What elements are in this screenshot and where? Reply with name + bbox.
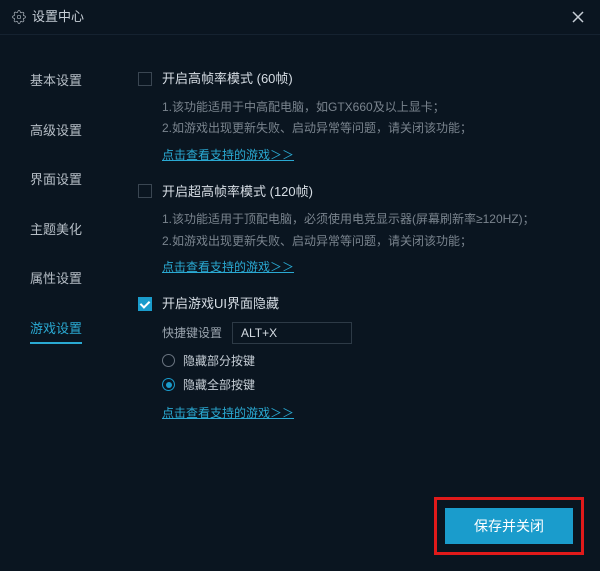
radio-partial-label: 隐藏部分按键 xyxy=(183,352,255,370)
hfr-label: 开启高帧率模式 (60帧) xyxy=(162,69,293,89)
sidebar-item-theme[interactable]: 主题美化 xyxy=(30,220,82,244)
hfr-supported-link[interactable]: 点击查看支持的游戏＞＞ xyxy=(162,146,294,164)
hotkey-input[interactable] xyxy=(232,322,352,344)
hotkey-row: 快捷键设置 xyxy=(162,322,572,344)
radio-all-label: 隐藏全部按键 xyxy=(183,376,255,394)
uhfr-supported-link[interactable]: 点击查看支持的游戏＞＞ xyxy=(162,258,294,276)
close-button[interactable] xyxy=(566,5,590,29)
radio-partial[interactable] xyxy=(162,354,175,367)
sidebar: 基本设置 高级设置 界面设置 主题美化 属性设置 游戏设置 xyxy=(0,35,120,571)
close-icon xyxy=(572,11,584,23)
sidebar-item-basic[interactable]: 基本设置 xyxy=(30,71,82,95)
window-title: 设置中心 xyxy=(32,7,84,27)
footer: 保存并关闭 xyxy=(434,497,584,555)
hfr-desc2: 2.如游戏出现更新失败、启动异常等问题，请关闭该功能； xyxy=(162,118,572,140)
sidebar-item-advanced[interactable]: 高级设置 xyxy=(30,121,82,145)
uihide-checkbox[interactable] xyxy=(138,297,152,311)
hfr-row: 开启高帧率模式 (60帧) xyxy=(138,69,572,89)
highlight-box: 保存并关闭 xyxy=(434,497,584,555)
sidebar-item-ui[interactable]: 界面设置 xyxy=(30,170,82,194)
sidebar-item-property[interactable]: 属性设置 xyxy=(30,269,82,293)
uhfr-checkbox[interactable] xyxy=(138,184,152,198)
settings-window: 设置中心 基本设置 高级设置 界面设置 主题美化 属性设置 游戏设置 开启高帧率… xyxy=(0,0,600,571)
uhfr-desc2: 2.如游戏出现更新失败、启动异常等问题，请关闭该功能； xyxy=(162,231,572,253)
radio-partial-row[interactable]: 隐藏部分按键 xyxy=(162,352,572,370)
hfr-block: 开启高帧率模式 (60帧) 1.该功能适用于中高配电脑，如GTX660及以上显卡… xyxy=(138,69,572,164)
save-close-button[interactable]: 保存并关闭 xyxy=(445,508,573,544)
uhfr-row: 开启超高帧率模式 (120帧) xyxy=(138,182,572,202)
uhfr-desc1: 1.该功能适用于顶配电脑，必须使用电竞显示器(屏幕刷新率≥120HZ)； xyxy=(162,209,572,231)
uihide-block: 开启游戏UI界面隐藏 快捷键设置 隐藏部分按键 隐藏全部按键 点击查看支持的游戏… xyxy=(138,294,572,422)
gear-icon xyxy=(12,10,26,24)
uihide-supported-link[interactable]: 点击查看支持的游戏＞＞ xyxy=(162,404,294,422)
sidebar-item-game[interactable]: 游戏设置 xyxy=(30,319,82,345)
uhfr-block: 开启超高帧率模式 (120帧) 1.该功能适用于顶配电脑，必须使用电竞显示器(屏… xyxy=(138,182,572,277)
hfr-checkbox[interactable] xyxy=(138,72,152,86)
hotkey-label: 快捷键设置 xyxy=(162,324,222,342)
radio-all-row[interactable]: 隐藏全部按键 xyxy=(162,376,572,394)
uihide-label: 开启游戏UI界面隐藏 xyxy=(162,294,279,314)
body: 基本设置 高级设置 界面设置 主题美化 属性设置 游戏设置 开启高帧率模式 (6… xyxy=(0,35,600,571)
uhfr-label: 开启超高帧率模式 (120帧) xyxy=(162,182,313,202)
titlebar: 设置中心 xyxy=(0,0,600,34)
uihide-row: 开启游戏UI界面隐藏 xyxy=(138,294,572,314)
content-panel: 开启高帧率模式 (60帧) 1.该功能适用于中高配电脑，如GTX660及以上显卡… xyxy=(120,35,600,571)
hfr-desc1: 1.该功能适用于中高配电脑，如GTX660及以上显卡； xyxy=(162,97,572,119)
radio-all[interactable] xyxy=(162,378,175,391)
